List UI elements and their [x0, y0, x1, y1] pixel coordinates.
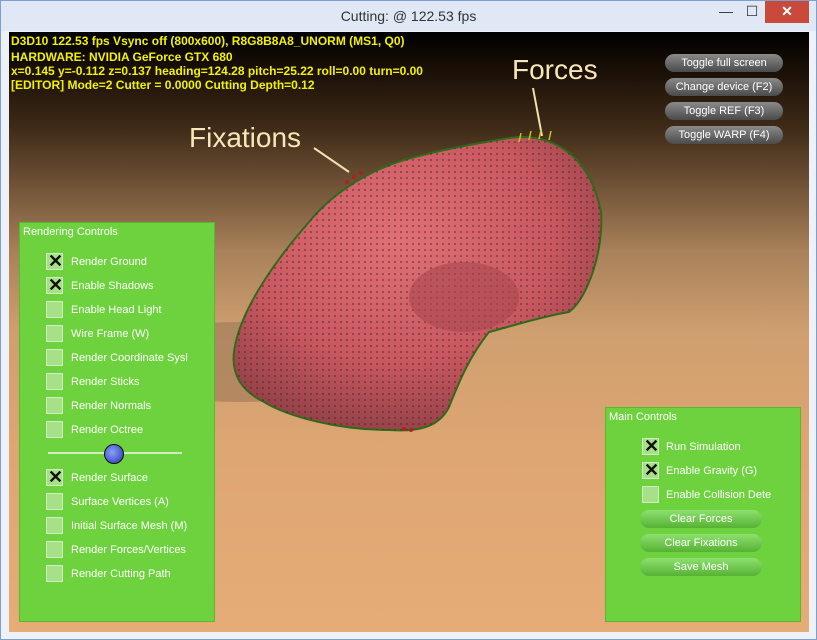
initial-surface-mesh-checkbox[interactable] [46, 517, 63, 534]
save-mesh-button[interactable]: Save Mesh [640, 558, 762, 576]
enable-gravity-label: Enable Gravity (G) [666, 465, 758, 477]
main-controls-panel: Main Controls ✕ Run Simulation ✕ Enable … [605, 407, 801, 622]
run-simulation-label: Run Simulation [666, 441, 741, 453]
initial-surface-mesh-label: Initial Surface Mesh (M) [71, 520, 188, 532]
checkmark-icon: ✕ [643, 436, 660, 456]
close-button[interactable]: ✕ [765, 1, 809, 23]
app-window: Cutting: @ 122.53 fps — ☐ ✕ D3D10 122.53… [0, 0, 817, 640]
change-device-button[interactable]: Change device (F2) [665, 78, 783, 96]
forces-pointer [532, 87, 543, 137]
clear-fixations-button[interactable]: Clear Fixations [640, 534, 762, 552]
rendering-controls-panel: Rendering Controls ✕ Render Ground ✕ Ena… [19, 222, 215, 622]
hud-line-2: HARDWARE: NVIDIA GeForce GTX 680 [11, 50, 233, 64]
maximize-button[interactable]: ☐ [739, 1, 765, 23]
forces-annotation: Forces [512, 54, 598, 85]
fixations-annotation: Fixations [189, 122, 302, 153]
toggle-warp-button[interactable]: Toggle WARP (F4) [665, 126, 783, 144]
fixations-pointer [313, 147, 350, 173]
run-simulation-checkbox[interactable]: ✕ [642, 436, 660, 456]
render-forces-vertices-label: Render Forces/Vertices [71, 544, 186, 556]
hud-line-3: x=0.145 y=-0.112 z=0.137 heading=124.28 … [11, 64, 423, 78]
enable-shadows-label: Enable Shadows [71, 280, 154, 292]
main-controls-title: Main Controls [609, 411, 677, 423]
render-octree-label: Render Octree [71, 424, 144, 436]
toggle-ref-button[interactable]: Toggle REF (F3) [665, 102, 783, 120]
checkmark-icon: ✕ [47, 467, 64, 487]
octree-slider-knob[interactable] [104, 444, 124, 464]
enable-head-light-label: Enable Head Light [71, 304, 162, 316]
3d-viewport[interactable]: D3D10 122.53 fps Vsync off (800x600), R8… [9, 32, 809, 632]
rendering-controls-title: Rendering Controls [23, 226, 118, 238]
toggle-fullscreen-button[interactable]: Toggle full screen [665, 54, 783, 72]
enable-collision-label: Enable Collision Dete [666, 489, 772, 501]
render-sticks-label: Render Sticks [71, 376, 140, 388]
surface-vertices-checkbox[interactable] [46, 493, 63, 510]
render-sticks-checkbox[interactable] [46, 373, 63, 390]
render-ground-checkbox[interactable]: ✕ [46, 251, 64, 271]
enable-shadows-checkbox[interactable]: ✕ [46, 275, 64, 295]
render-octree-checkbox[interactable] [46, 421, 63, 438]
hud-line-1: D3D10 122.53 fps Vsync off (800x600), R8… [11, 34, 405, 48]
mesh-cavity [409, 262, 519, 332]
render-cutting-path-checkbox[interactable] [46, 565, 63, 582]
enable-gravity-checkbox[interactable]: ✕ [642, 460, 660, 480]
window-title: Cutting: @ 122.53 fps [340, 8, 477, 24]
render-forces-vertices-checkbox[interactable] [46, 541, 63, 558]
render-surface-label: Render Surface [71, 472, 149, 484]
minimize-button[interactable]: — [713, 1, 739, 23]
surface-vertices-label: Surface Vertices (A) [71, 496, 169, 508]
render-coordinate-sys-label: Render Coordinate Sysl [71, 352, 188, 364]
render-cutting-path-label: Render Cutting Path [71, 568, 171, 580]
enable-collision-checkbox[interactable] [642, 486, 659, 503]
wire-frame-label: Wire Frame (W) [71, 328, 150, 340]
render-normals-label: Render Normals [71, 400, 152, 412]
checkmark-icon: ✕ [47, 275, 64, 295]
hud-line-4: [EDITOR] Mode=2 Cutter = 0.0000 Cutting … [11, 78, 315, 92]
render-ground-label: Render Ground [71, 256, 147, 268]
wire-frame-checkbox[interactable] [46, 325, 63, 342]
render-surface-checkbox[interactable]: ✕ [46, 467, 64, 487]
checkmark-icon: ✕ [47, 251, 64, 271]
render-normals-checkbox[interactable] [46, 397, 63, 414]
render-coordinate-sys-checkbox[interactable] [46, 349, 63, 366]
title-bar[interactable]: Cutting: @ 122.53 fps — ☐ ✕ [1, 1, 816, 31]
checkmark-icon: ✕ [643, 460, 660, 480]
enable-head-light-checkbox[interactable] [46, 301, 63, 318]
clear-forces-button[interactable]: Clear Forces [640, 510, 762, 528]
